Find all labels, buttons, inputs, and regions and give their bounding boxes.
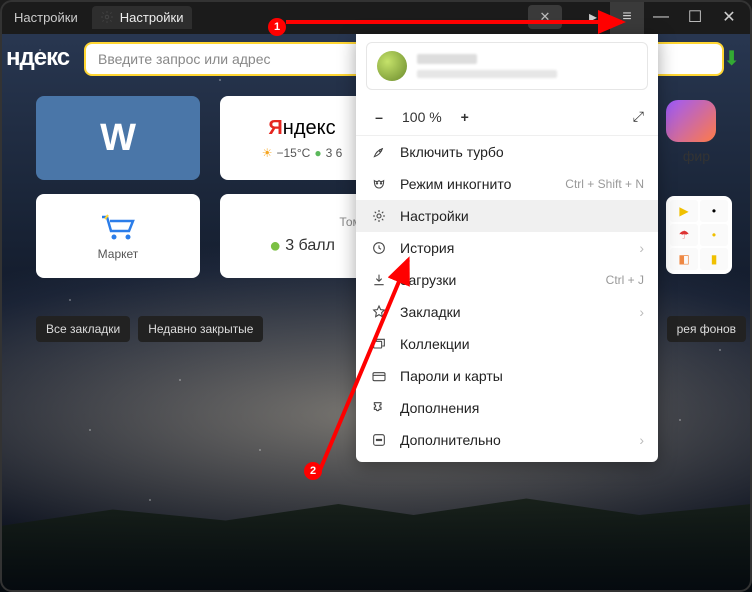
- minimize-button[interactable]: —: [644, 0, 678, 34]
- tile-label: Маркет: [98, 247, 139, 261]
- annotation-step-2: 2: [304, 462, 322, 480]
- rocket-icon: [370, 144, 388, 160]
- hamburger-menu-button[interactable]: ≡: [610, 0, 644, 34]
- avatar-icon: [377, 51, 407, 81]
- maximize-button[interactable]: ☐: [678, 0, 712, 34]
- menu-item-collections[interactable]: Коллекции: [356, 328, 658, 360]
- tile-vk[interactable]: W: [36, 96, 200, 180]
- leaf-icon: ●: [269, 235, 281, 258]
- zoom-value: 100 %: [402, 109, 442, 125]
- clock-icon: ●: [314, 146, 321, 160]
- chevron-right-icon: ›: [639, 432, 644, 448]
- close-window-button[interactable]: ✕: [712, 0, 746, 34]
- active-tab[interactable]: Настройки: [92, 6, 192, 29]
- shortcut-label: Ctrl + J: [606, 273, 644, 287]
- download-icon[interactable]: ⬇: [723, 46, 740, 71]
- search-placeholder: Введите запрос или адрес: [98, 51, 271, 67]
- more-icon: [370, 432, 388, 448]
- chip-recently-closed[interactable]: Недавно закрытые: [138, 316, 263, 342]
- gear-icon: [370, 208, 388, 224]
- tile-title: Яндекс: [268, 117, 335, 140]
- profile-card[interactable]: [366, 42, 648, 90]
- main-menu-dropdown: – 100 % + ⤢ Включить турбо Режим инкогни…: [356, 34, 658, 462]
- menu-item-passwords[interactable]: Пароли и карты: [356, 360, 658, 392]
- menu-item-addons[interactable]: Дополнения: [356, 392, 658, 424]
- chevron-right-icon: ›: [639, 240, 644, 256]
- puzzle-icon: [370, 400, 388, 416]
- menu-item-history[interactable]: История ›: [356, 232, 658, 264]
- tile-subtitle: ☀ −15°C ● 3 6: [262, 146, 343, 160]
- chip-bg-gallery[interactable]: рея фонов: [667, 316, 746, 342]
- menu-item-settings[interactable]: Настройки: [356, 200, 658, 232]
- zoom-out-button[interactable]: –: [370, 109, 388, 125]
- star-icon: [370, 304, 388, 320]
- scroll-right-button[interactable]: ▸: [576, 0, 610, 34]
- menu-item-bookmarks[interactable]: Закладки ›: [356, 296, 658, 328]
- menu-item-turbo[interactable]: Включить турбо: [356, 136, 658, 168]
- vk-logo: W: [100, 117, 136, 160]
- fullscreen-icon[interactable]: ⤢: [633, 108, 644, 125]
- menu-item-downloads[interactable]: Загрузки Ctrl + J: [356, 264, 658, 296]
- sun-icon: ☀: [262, 146, 273, 160]
- card-icon: [370, 368, 388, 384]
- mask-icon: [370, 176, 388, 192]
- clock-icon: [370, 240, 388, 256]
- zoom-in-button[interactable]: +: [456, 109, 474, 125]
- background-mini-gallery[interactable]: ▶• ☂• ◧▮: [666, 196, 732, 274]
- chip-all-bookmarks[interactable]: Все закладки: [36, 316, 130, 342]
- zoom-row: – 100 % + ⤢: [356, 102, 658, 136]
- annotation-step-1: 1: [268, 18, 286, 36]
- gear-icon: [100, 10, 114, 24]
- efir-label: фир: [683, 148, 710, 164]
- cart-icon: [98, 211, 138, 241]
- download-icon: [370, 272, 388, 288]
- yandex-logo: ндекс: [6, 44, 69, 72]
- collections-icon: [370, 336, 388, 352]
- tile-market[interactable]: Маркет: [36, 194, 200, 278]
- tab-bar: Настройки Настройки ✕ ▸ ≡ — ☐ ✕: [0, 0, 752, 34]
- tab-label: Настройки: [14, 10, 78, 25]
- tab-label: Настройки: [120, 10, 184, 25]
- menu-item-incognito[interactable]: Режим инкогнито Ctrl + Shift + N: [356, 168, 658, 200]
- efir-tile-icon[interactable]: [666, 100, 716, 142]
- menu-item-more[interactable]: Дополнительно ›: [356, 424, 658, 456]
- chevron-right-icon: ›: [639, 304, 644, 320]
- pinned-tab[interactable]: Настройки: [6, 6, 86, 29]
- bookmark-chips: Все закладки Недавно закрытые: [36, 316, 263, 342]
- profile-info-blurred: [417, 54, 637, 78]
- tab-close-button[interactable]: ✕: [528, 5, 562, 29]
- tile-score: ● 3 балл: [269, 235, 335, 258]
- shortcut-label: Ctrl + Shift + N: [565, 177, 644, 191]
